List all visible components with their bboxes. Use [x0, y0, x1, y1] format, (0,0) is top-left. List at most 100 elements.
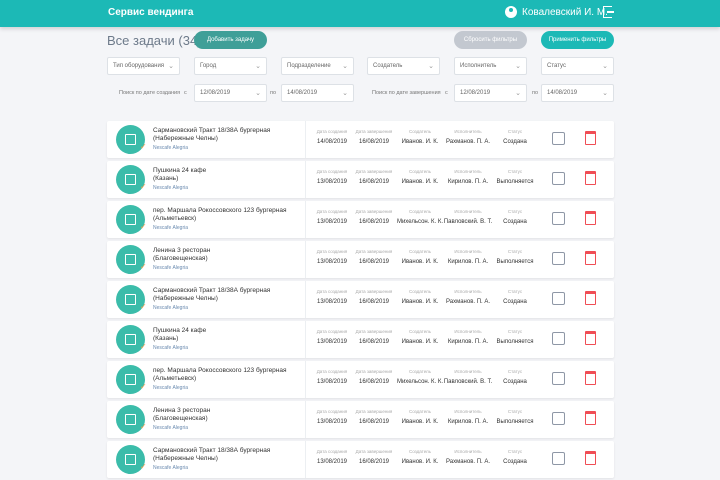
- edit-icon[interactable]: [552, 332, 565, 345]
- chevron-down-icon: ⌄: [255, 63, 261, 70]
- add-task-button[interactable]: Добавить задачу: [194, 31, 267, 49]
- trash-icon[interactable]: [585, 211, 596, 225]
- filter-select[interactable]: Статус ⌄: [541, 57, 614, 75]
- trash-icon[interactable]: [585, 451, 596, 465]
- task-row[interactable]: ✓ Сармановский Тракт 18/38А бургерная (На…: [107, 121, 614, 158]
- task-address: Пушкина 24 кафе (Казань): [153, 327, 207, 342]
- divider: [305, 201, 306, 238]
- task-brand: Nescafe Alegria: [153, 305, 189, 311]
- trash-icon[interactable]: [585, 331, 596, 345]
- status-cell: Статус Выполняется: [496, 249, 534, 265]
- executor-cell: Исполнитель Рахманов. П. А.: [445, 449, 491, 465]
- creator-cell: Создатель Михельсон. К. К.: [396, 369, 444, 385]
- status-cell: Статус Создана: [503, 369, 527, 385]
- chevron-down-icon: ⌄: [515, 90, 521, 97]
- divider: [305, 241, 306, 278]
- task-brand: Nescafe Alegria: [153, 145, 189, 151]
- divider: [305, 281, 306, 318]
- edit-icon[interactable]: [552, 252, 565, 265]
- trash-icon[interactable]: [585, 291, 596, 305]
- date-picker[interactable]: 14/08/2019 ⌄: [541, 84, 614, 102]
- divider: [305, 161, 306, 198]
- from-label: с: [184, 90, 187, 96]
- check-icon: ✓: [140, 302, 147, 311]
- edit-icon[interactable]: [552, 212, 565, 225]
- check-icon: ✓: [140, 182, 147, 191]
- edit-icon[interactable]: [552, 452, 565, 465]
- finished-cell: Дата завершения 16/08/2019: [355, 209, 393, 225]
- finished-cell: Дата завершения 16/08/2019: [355, 169, 393, 185]
- created-date-label: Поиск по дате создания: [119, 90, 181, 96]
- filter-select[interactable]: Тип оборудования ⌄: [107, 57, 180, 75]
- task-row[interactable]: ✓ Сармановский Тракт 18/38А бургерная (На…: [107, 441, 614, 478]
- task-row[interactable]: ✓ Сармановский Тракт 18/38А бургерная (На…: [107, 281, 614, 318]
- app-header: Сервис вендинга Ковалевский И. М.: [0, 0, 720, 27]
- executor-cell: Исполнитель Павловский. В. Т.: [443, 209, 493, 225]
- task-row[interactable]: ✓ Пушкина 24 кафе (Казань) Nescafe Alegri…: [107, 321, 614, 358]
- chevron-down-icon: ⌄: [515, 63, 521, 70]
- status-cell: Статус Выполняется: [496, 329, 534, 345]
- apply-filters-button[interactable]: Применить фильтры: [541, 31, 614, 49]
- task-brand: Nescafe Alegria: [153, 185, 189, 191]
- check-icon: ✓: [140, 462, 147, 471]
- task-address: Сармановский Тракт 18/38А бургерная (Набе…: [153, 127, 271, 142]
- chevron-down-icon: ⌄: [428, 63, 434, 70]
- creator-cell: Создатель Иванов. И. К.: [401, 329, 439, 345]
- executor-cell: Исполнитель Рахманов. П. А.: [445, 289, 491, 305]
- finished-cell: Дата завершения 16/08/2019: [355, 449, 393, 465]
- date-picker[interactable]: 14/08/2019 ⌄: [281, 84, 354, 102]
- task-row[interactable]: ✓ Ленина 3 ресторан (Благовещенская) Nesc…: [107, 401, 614, 438]
- edit-icon[interactable]: [552, 132, 565, 145]
- logout-icon[interactable]: [603, 6, 614, 18]
- creator-cell: Создатель Иванов. И. К.: [401, 409, 439, 425]
- date-picker[interactable]: 12/08/2019 ⌄: [194, 84, 267, 102]
- task-row[interactable]: ✓ пер. Маршала Рокоссовского 123 бургерн…: [107, 361, 614, 398]
- edit-icon[interactable]: [552, 412, 565, 425]
- finished-cell: Дата завершения 16/08/2019: [355, 249, 393, 265]
- trash-icon[interactable]: [585, 411, 596, 425]
- filter-select[interactable]: Подразделение ⌄: [281, 57, 354, 75]
- check-icon: ✓: [140, 422, 147, 431]
- finished-cell: Дата завершения 16/08/2019: [355, 409, 393, 425]
- chevron-down-icon: ⌄: [342, 90, 348, 97]
- status-cell: Статус Создана: [503, 449, 527, 465]
- task-brand: Nescafe Alegria: [153, 425, 189, 431]
- status-cell: Статус Создана: [503, 209, 527, 225]
- task-row[interactable]: ✓ Ленина 3 ресторан (Благовещенская) Nesc…: [107, 241, 614, 278]
- to-label: по: [270, 90, 277, 96]
- executor-cell: Исполнитель Кирилов. П. А.: [447, 329, 489, 345]
- edit-icon[interactable]: [552, 372, 565, 385]
- check-icon: ✓: [140, 222, 147, 231]
- date-picker[interactable]: 12/08/2019 ⌄: [454, 84, 527, 102]
- edit-icon[interactable]: [552, 172, 565, 185]
- task-row[interactable]: ✓ пер. Маршала Рокоссовского 123 бургерн…: [107, 201, 614, 238]
- task-row[interactable]: ✓ Пушкина 24 кафе (Казань) Nescafe Alegri…: [107, 161, 614, 198]
- status-cell: Статус Создана: [503, 129, 527, 145]
- reset-filters-button[interactable]: Сбросить фильтры: [454, 31, 527, 49]
- trash-icon[interactable]: [585, 131, 596, 145]
- executor-cell: Исполнитель Кирилов. П. А.: [447, 169, 489, 185]
- creator-cell: Создатель Иванов. И. К.: [401, 289, 439, 305]
- executor-cell: Исполнитель Рахманов. П. А.: [445, 129, 491, 145]
- trash-icon[interactable]: [585, 251, 596, 265]
- check-icon: ✓: [140, 262, 147, 271]
- task-brand: Nescafe Alegria: [153, 345, 189, 351]
- executor-cell: Исполнитель Павловский. В. Т.: [443, 369, 493, 385]
- finished-cell: Дата завершения 16/08/2019: [355, 329, 393, 345]
- task-address: Сармановский Тракт 18/38А бургерная (Набе…: [153, 447, 271, 462]
- chevron-down-icon: ⌄: [602, 90, 608, 97]
- filter-select[interactable]: Создатель ⌄: [367, 57, 440, 75]
- trash-icon[interactable]: [585, 171, 596, 185]
- creator-cell: Создатель Иванов. И. К.: [401, 449, 439, 465]
- filter-select[interactable]: Город ⌄: [194, 57, 267, 75]
- task-address: Ленина 3 ресторан (Благовещенская): [153, 407, 211, 422]
- user-menu[interactable]: Ковалевский И. М.: [505, 6, 608, 18]
- task-brand: Nescafe Alegria: [153, 265, 189, 271]
- filter-select[interactable]: Исполнитель ⌄: [454, 57, 527, 75]
- executor-cell: Исполнитель Кирилов. П. А.: [447, 249, 489, 265]
- creator-cell: Создатель Иванов. И. К.: [401, 129, 439, 145]
- divider: [305, 121, 306, 158]
- status-cell: Статус Выполняется: [496, 169, 534, 185]
- edit-icon[interactable]: [552, 292, 565, 305]
- trash-icon[interactable]: [585, 371, 596, 385]
